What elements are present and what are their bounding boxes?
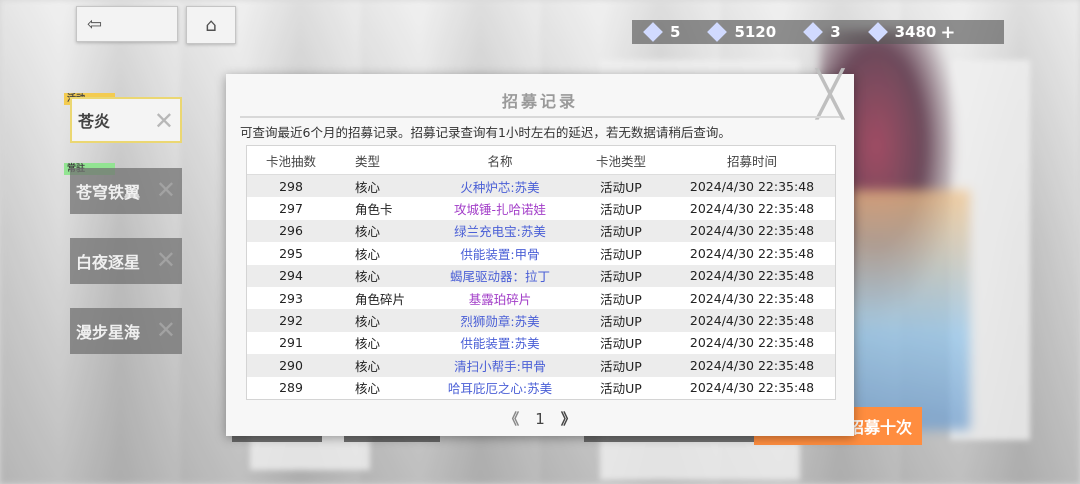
cell-type: 角色碎片: [355, 291, 406, 307]
cell-name: 蝎尾驱动器：拉丁: [449, 269, 550, 285]
cell-name: 哈耳庇厄之心:苏美: [447, 381, 553, 397]
cell-type: 核心: [355, 381, 381, 397]
cell-type: 核心: [355, 246, 381, 262]
recruit-history-modal: 招募记录 ╳ 可查询最近6个月的招募记录。招募记录查询有1小时左右的延迟，若无数…: [226, 73, 854, 436]
cell-count: 294: [279, 268, 303, 284]
cell-pool: 活动UP: [600, 291, 642, 307]
cell-count: 291: [279, 335, 303, 351]
table-row: 293 角色碎片 基露珀碎片 活动UP 2024/4/30 22:35:48: [247, 286, 835, 310]
table-row: 292 核心 烈狮勋章:苏美 活动UP 2024/4/30 22:35:48: [247, 309, 835, 332]
cell-type: 核心: [355, 224, 381, 240]
cell-time: 2024/4/30 22:35:48: [689, 201, 815, 217]
cell-pool: 活动UP: [600, 381, 642, 397]
cell-pool: 活动UP: [600, 314, 642, 330]
cell-time: 2024/4/30 22:35:48: [689, 380, 815, 396]
table-row: 290 核心 清扫小帮手:甲骨 活动UP 2024/4/30 22:35:48: [247, 354, 835, 377]
cell-count: 297: [279, 201, 303, 217]
cell-time: 2024/4/30 22:35:48: [689, 223, 815, 239]
cell-count: 298: [279, 178, 303, 194]
cell-pool: 活动UP: [600, 179, 642, 195]
pagination: 《 1 》: [226, 408, 854, 429]
table-row: 297 角色卡 攻城锤-扎哈诺娃 活动UP 2024/4/30 22:35:48: [247, 197, 835, 220]
cell-name: 火种炉芯:苏美: [460, 179, 540, 195]
cell-type: 核心: [355, 336, 381, 352]
table-row: 298 核心 火种炉芯:苏美 活动UP 2024/4/30 22:35:48: [247, 175, 835, 198]
cell-type: 核心: [355, 269, 381, 285]
next-page-icon[interactable]: 》: [561, 408, 576, 429]
prev-page-icon[interactable]: 《: [504, 408, 519, 429]
cell-pool: 活动UP: [600, 269, 642, 285]
table-row: 291 核心 供能装置:苏美 活动UP 2024/4/30 22:35:48: [247, 331, 835, 355]
modal-title: 招募记录: [501, 92, 578, 111]
recruit-table: 卡池抽数 类型 名称 卡池类型 招募时间 298 核心 火种炉芯:苏美 活动UP 202…: [246, 145, 836, 400]
cell-type: 核心: [355, 179, 381, 195]
cell-time: 2024/4/30 22:35:48: [689, 335, 815, 351]
cell-type: 角色卡: [355, 202, 393, 218]
table-row: 296 核心 绿兰充电宝:苏美 活动UP 2024/4/30 22:35:48: [247, 219, 835, 243]
col-header-pool: 卡池类型: [595, 153, 646, 169]
table-row: 294 核心 蝎尾驱动器：拉丁 活动UP 2024/4/30 22:35:48: [247, 264, 835, 287]
table-header: 卡池抽数 类型 名称 卡池类型 招募时间: [247, 146, 835, 175]
cell-pool: 活动UP: [600, 336, 642, 352]
page-number: 1: [535, 409, 545, 428]
cell-count: 296: [279, 223, 303, 239]
cell-name: 清扫小帮手:甲骨: [454, 358, 546, 374]
cell-count: 289: [279, 380, 303, 396]
cell-count: 290: [279, 357, 303, 373]
cell-pool: 活动UP: [600, 358, 642, 374]
modal-notice: 可查询最近6个月的招募记录。招募记录查询有1小时左右的延迟，若无数据请稍后查询。: [240, 125, 731, 140]
cell-type: 核心: [355, 358, 381, 374]
table-body: 298 核心 火种炉芯:苏美 活动UP 2024/4/30 22:35:48 297 角色卡…: [247, 175, 835, 399]
col-header-count: 卡池抽数: [265, 153, 316, 169]
cell-name: 烈狮勋章:苏美: [460, 314, 540, 330]
col-header-time: 招募时间: [726, 153, 777, 169]
col-header-name: 名称: [487, 153, 513, 169]
cell-type: 核心: [355, 314, 381, 330]
cell-time: 2024/4/30 22:35:48: [689, 290, 815, 306]
cell-time: 2024/4/30 22:35:48: [689, 178, 815, 194]
cell-count: 292: [279, 313, 303, 329]
cell-name: 供能装置:甲骨: [460, 246, 540, 262]
cell-pool: 活动UP: [600, 246, 642, 262]
cell-time: 2024/4/30 22:35:48: [689, 357, 815, 373]
table-row: 295 核心 供能装置:甲骨 活动UP 2024/4/30 22:35:48: [247, 242, 835, 265]
cell-pool: 活动UP: [600, 224, 642, 240]
cell-name: 绿兰充电宝:苏美: [454, 224, 546, 240]
title-divider: [240, 116, 840, 118]
cell-name: 基露珀碎片: [468, 291, 532, 307]
close-icon[interactable]: ╳: [810, 73, 850, 117]
cell-time: 2024/4/30 22:35:48: [689, 268, 815, 284]
cell-pool: 活动UP: [600, 202, 642, 218]
cell-count: 295: [279, 245, 303, 261]
cell-time: 2024/4/30 22:35:48: [689, 245, 815, 261]
cell-name: 供能装置:苏美: [460, 336, 540, 352]
cell-time: 2024/4/30 22:35:48: [689, 313, 815, 329]
cell-name: 攻城锤-扎哈诺娃: [453, 202, 546, 218]
cell-count: 293: [279, 290, 303, 306]
table-row: 289 核心 哈耳庇厄之心:苏美 活动UP 2024/4/30 22:35:48: [247, 376, 835, 399]
col-header-type: 类型: [355, 153, 381, 169]
